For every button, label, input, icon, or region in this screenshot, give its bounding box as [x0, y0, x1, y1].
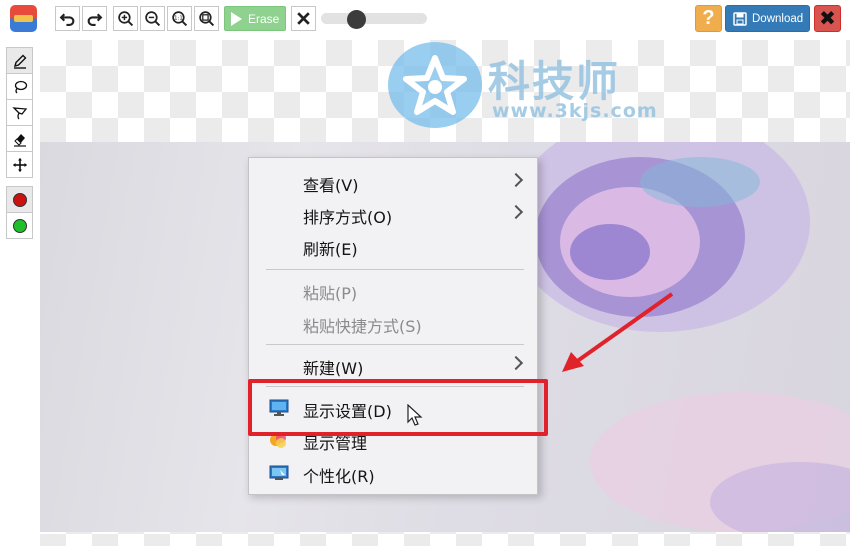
redo-icon [87, 13, 103, 26]
move-tool[interactable] [6, 151, 33, 178]
eraser-tool[interactable] [6, 125, 33, 152]
menu-item-paste-shortcut[interactable]: 粘贴快捷方式(S) [249, 309, 539, 339]
personalize-icon [269, 465, 289, 480]
zoom-in-icon [118, 11, 134, 27]
green-color-button[interactable] [6, 212, 33, 239]
menu-item-label: 刷新(E) [303, 240, 358, 259]
watermark-logo [388, 42, 482, 128]
polygon-lasso-tool[interactable] [6, 99, 33, 126]
slider-track [321, 13, 427, 24]
undo-icon [59, 13, 75, 26]
zoom-actual-button[interactable]: 1:1 [167, 6, 192, 31]
menu-item-label: 排序方式(O) [303, 208, 393, 227]
slider-thumb[interactable] [347, 10, 366, 29]
menu-item-sort[interactable]: 排序方式(O) [249, 200, 539, 230]
red-arrow-annotation [562, 292, 674, 372]
menu-separator [266, 344, 524, 345]
star-icon [403, 55, 467, 115]
mouse-cursor-icon [407, 404, 423, 426]
zoom-out-button[interactable] [140, 6, 165, 31]
play-icon [231, 11, 242, 26]
brush-size-slider[interactable] [321, 10, 427, 29]
zoom-actual-icon: 1:1 [172, 11, 188, 27]
download-button[interactable]: Download [725, 5, 810, 32]
green-swatch [12, 218, 27, 233]
zoom-fit-icon [199, 11, 215, 27]
redo-button[interactable] [82, 6, 107, 31]
undo-button[interactable] [55, 6, 80, 31]
highlight-box [248, 379, 548, 436]
erase-button[interactable]: Erase [224, 6, 286, 31]
menu-item-new[interactable]: 新建(W) [249, 351, 539, 381]
chevron-right-icon [508, 172, 524, 188]
menu-item-label: 个性化(R) [303, 467, 375, 486]
help-button[interactable]: ? [695, 5, 722, 32]
menu-item-label: 粘贴(P) [303, 284, 358, 303]
lasso-tool[interactable] [6, 73, 33, 100]
context-menu: 查看(V) 排序方式(O) 刷新(E) 粘贴(P) 粘贴快捷方式(S) 新建(W… [248, 157, 538, 495]
app-logo [10, 5, 37, 32]
tool-panel [6, 47, 33, 239]
watermark: 科技师 www.3kjs.com [388, 42, 668, 130]
menu-item-label: 新建(W) [303, 359, 364, 378]
save-icon [733, 11, 747, 26]
chevron-right-icon [508, 355, 524, 371]
lasso-icon [14, 80, 27, 93]
clear-icon [297, 12, 310, 25]
top-toolbar: 1:1 Erase ? Download ✖ [0, 0, 850, 38]
clear-button[interactable] [291, 6, 316, 31]
pencil-icon [13, 54, 26, 69]
red-color-button[interactable] [6, 186, 33, 213]
pencil-tool[interactable] [6, 47, 33, 74]
watermark-url: www.3kjs.com [492, 100, 658, 122]
menu-item-label: 查看(V) [303, 176, 359, 195]
photo-image[interactable]: 查看(V) 排序方式(O) 刷新(E) 粘贴(P) 粘贴快捷方式(S) 新建(W… [40, 142, 850, 532]
chevron-right-icon [508, 204, 524, 220]
move-icon [12, 157, 27, 172]
red-swatch [12, 192, 27, 207]
eraser-icon [13, 133, 26, 147]
close-button[interactable]: ✖ [814, 5, 841, 32]
svg-text:1:1: 1:1 [174, 16, 183, 22]
download-button-label: Download [752, 12, 804, 25]
erase-button-label: Erase [248, 11, 280, 26]
menu-item-refresh[interactable]: 刷新(E) [249, 232, 539, 262]
zoom-out-icon [145, 11, 161, 27]
zoom-fit-button[interactable] [194, 6, 219, 31]
menu-separator [266, 269, 524, 270]
zoom-in-button[interactable] [113, 6, 138, 31]
menu-item-label: 粘贴快捷方式(S) [303, 317, 422, 336]
polygon-lasso-icon [11, 106, 27, 119]
menu-item-view[interactable]: 查看(V) [249, 168, 539, 198]
menu-item-personalize[interactable]: 个性化(R) [249, 459, 539, 489]
color-picker [6, 186, 33, 239]
menu-item-paste[interactable]: 粘贴(P) [249, 276, 539, 306]
